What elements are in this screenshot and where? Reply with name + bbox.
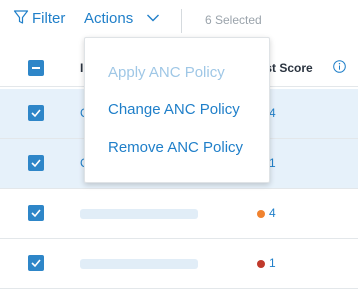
menu-item-apply-anc-policy[interactable]: Apply ANC Policy — [108, 64, 225, 82]
trust-score-value: 1 — [269, 256, 276, 270]
select-all-checkbox[interactable] — [28, 60, 44, 76]
row-checkbox[interactable] — [28, 205, 44, 221]
chevron-down-icon[interactable] — [146, 13, 160, 23]
filter-icon[interactable] — [13, 9, 29, 25]
checkmark-icon — [31, 259, 41, 268]
toolbar-divider — [181, 9, 182, 33]
actions-dropdown-menu: Apply ANC Policy Change ANC Policy Remov… — [84, 37, 270, 183]
trust-score-value: 1 — [269, 156, 276, 170]
score-status-dot — [257, 210, 265, 218]
row-checkbox[interactable] — [28, 105, 44, 121]
toolbar: Filter Actions 6 Selected — [0, 0, 358, 40]
row-name-placeholder — [80, 259, 198, 269]
trust-score-value: 4 — [269, 106, 276, 120]
table-row[interactable]: 1 — [0, 239, 358, 289]
menu-item-remove-anc-policy[interactable]: Remove ANC Policy — [108, 139, 243, 157]
table-row[interactable]: 4 — [0, 189, 358, 239]
trust-score-value: 4 — [269, 206, 276, 220]
score-status-dot — [257, 260, 265, 268]
selected-count: 6 Selected — [205, 13, 262, 27]
checkmark-icon — [31, 109, 41, 118]
filter-button[interactable]: Filter — [32, 10, 65, 28]
checkmark-icon — [31, 159, 41, 168]
actions-button[interactable]: Actions — [84, 10, 133, 28]
column-header-name[interactable]: I — [80, 61, 83, 75]
row-checkbox[interactable] — [28, 155, 44, 171]
row-name-placeholder — [80, 209, 198, 219]
row-checkbox[interactable] — [28, 255, 44, 271]
info-icon[interactable] — [333, 60, 346, 73]
checkmark-icon — [31, 209, 41, 218]
menu-item-change-anc-policy[interactable]: Change ANC Policy — [108, 101, 240, 119]
